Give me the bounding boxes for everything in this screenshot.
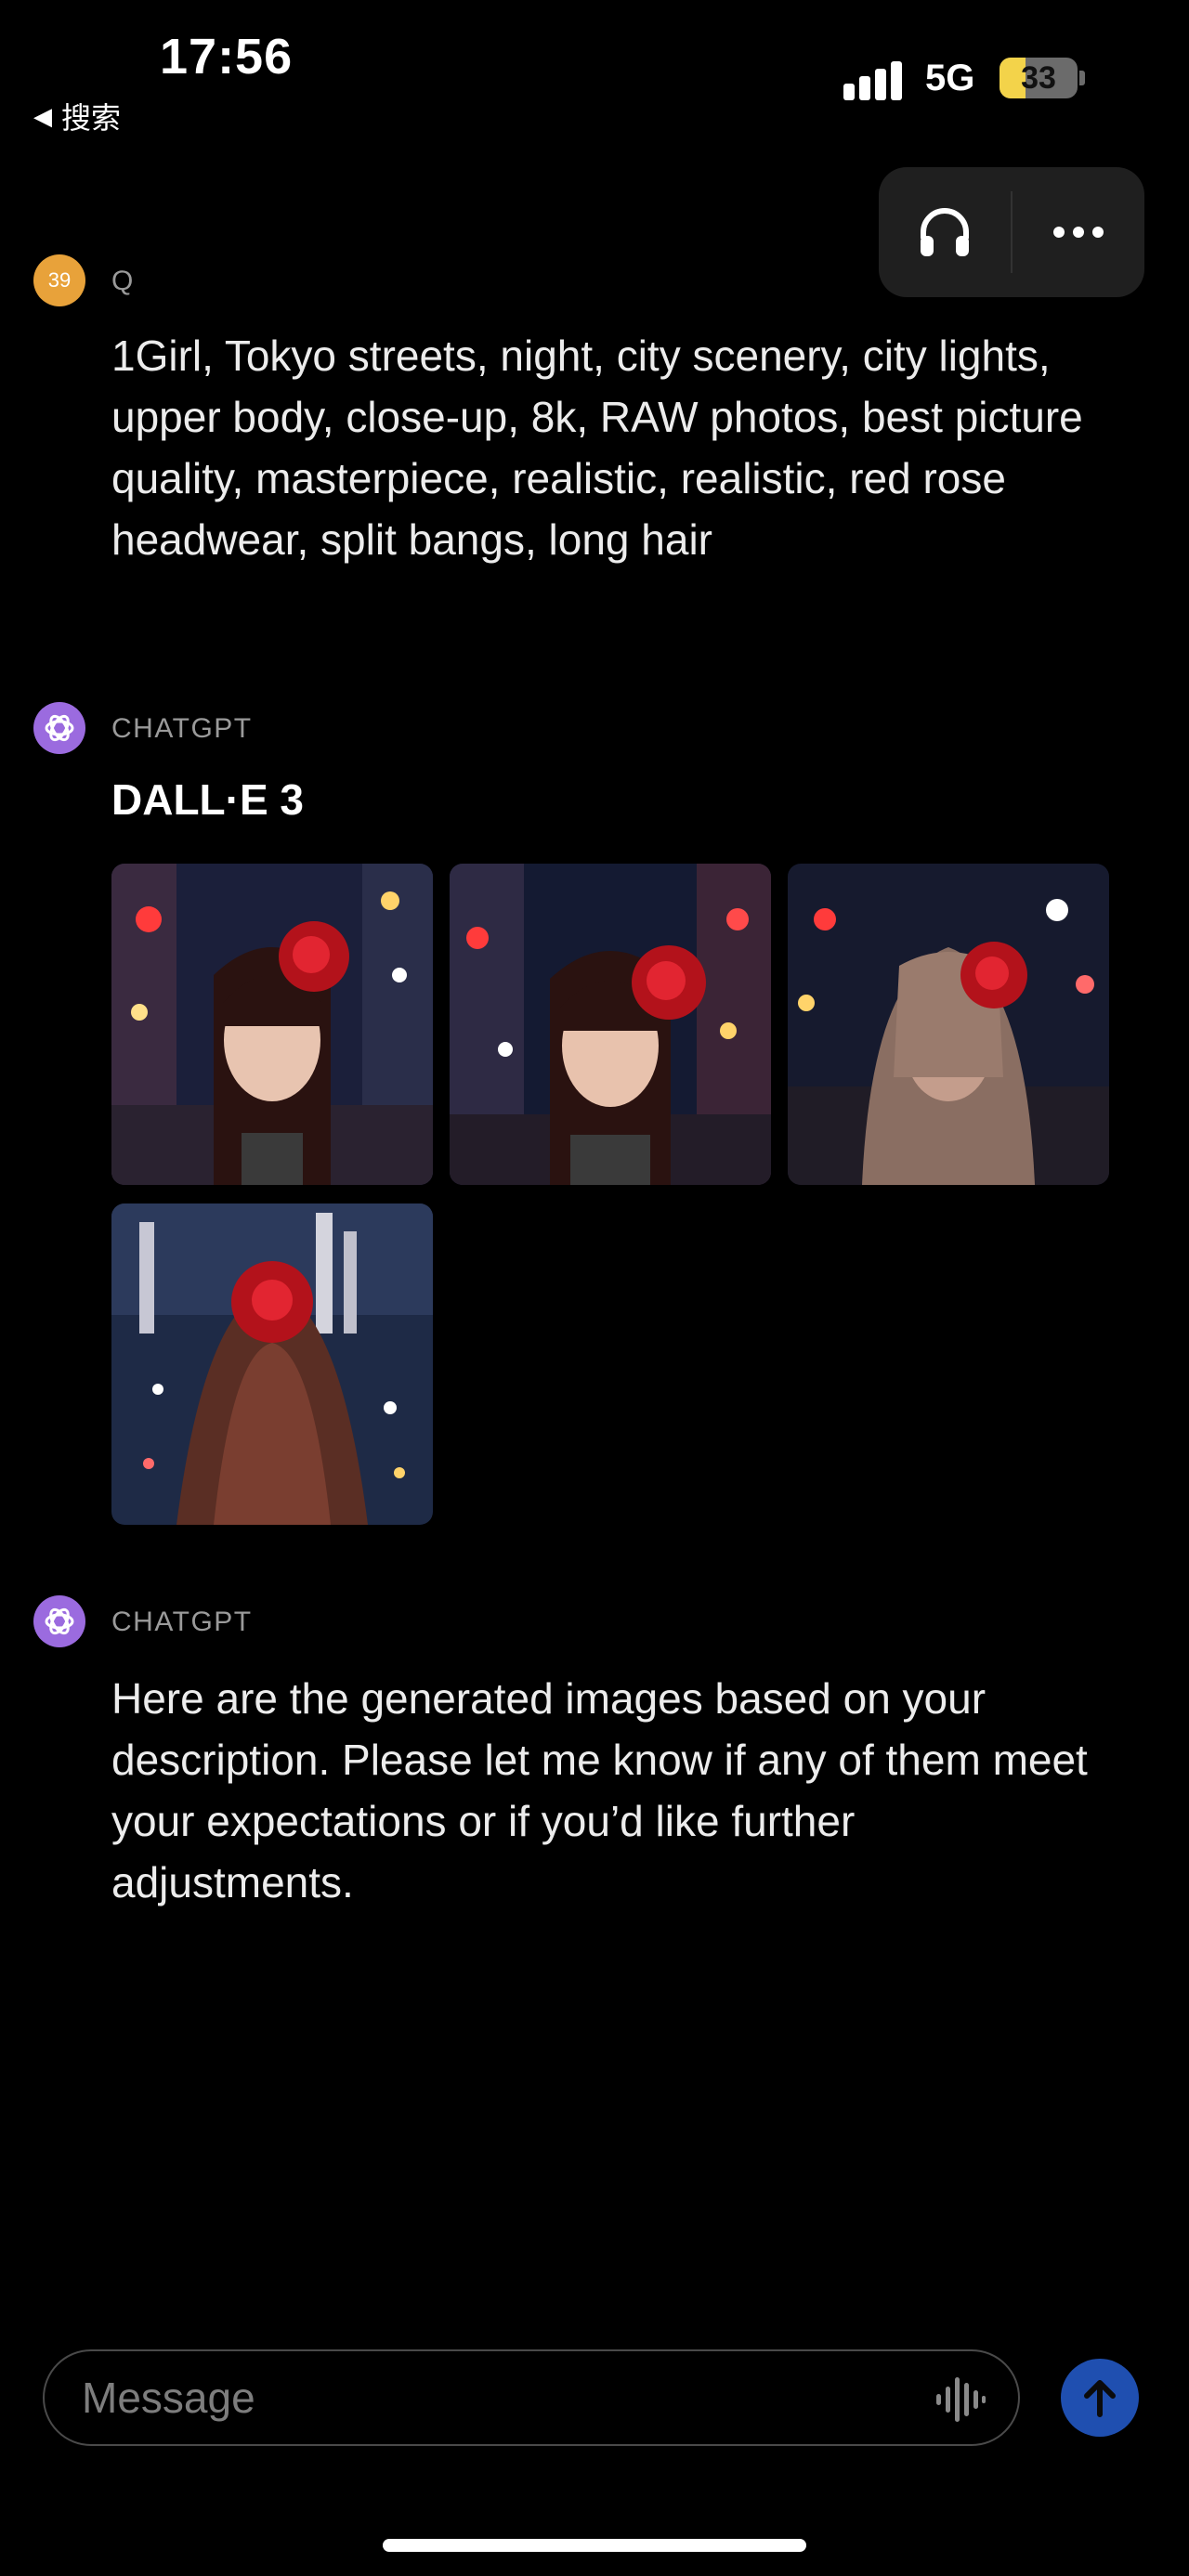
network-type: 5G (925, 58, 975, 98)
generated-image-4[interactable] (111, 1203, 433, 1525)
generated-image-4-art (111, 1203, 433, 1525)
openai-logo-icon (45, 1607, 74, 1635)
openai-logo-icon (45, 714, 74, 742)
user-avatar: 39 (33, 254, 85, 306)
status-time: 17:56 (160, 29, 294, 85)
user-message-text: 1Girl, Tokyo streets, night, city scener… (111, 332, 1083, 564)
signal-strength-icon (843, 61, 907, 100)
assistant-avatar (33, 1595, 85, 1647)
battery-icon: 33 (1000, 58, 1078, 98)
user-sender-label: Q (111, 266, 135, 296)
dalle-tool-label: DALL·E 3 (111, 775, 304, 824)
generated-image-1-art (111, 864, 433, 1185)
chat-header-controls (879, 167, 1144, 297)
assistant-sender-label: CHATGPT (111, 713, 253, 744)
generated-image-1[interactable] (111, 864, 433, 1185)
assistant-message-text: Here are the generated images based on y… (111, 1674, 1088, 1906)
send-button[interactable] (1061, 2359, 1139, 2437)
arrow-up-icon (1084, 2380, 1116, 2417)
generated-image-3[interactable] (788, 864, 1109, 1185)
headphones-button[interactable] (879, 167, 1011, 297)
generated-image-2[interactable] (450, 864, 771, 1185)
home-indicator[interactable] (383, 2539, 806, 2552)
headphones-icon (921, 208, 969, 256)
back-to-search-button[interactable]: ◀ 搜索 (33, 95, 121, 137)
ellipsis-icon (1053, 227, 1104, 238)
battery-tip (1079, 71, 1085, 85)
generated-image-2-art (450, 864, 771, 1185)
battery-percent: 33 (1021, 59, 1056, 96)
assistant-sender-label: CHATGPT (111, 1607, 253, 1637)
assistant-avatar (33, 702, 85, 754)
message-placeholder: Message (82, 2374, 255, 2422)
back-triangle-icon: ◀ (33, 101, 52, 130)
waveform-icon[interactable] (934, 2375, 986, 2424)
back-label: 搜索 (61, 101, 122, 135)
message-input[interactable]: Message (43, 2349, 1020, 2446)
more-options-button[interactable] (1013, 167, 1144, 297)
generated-image-3-art (788, 864, 1109, 1185)
